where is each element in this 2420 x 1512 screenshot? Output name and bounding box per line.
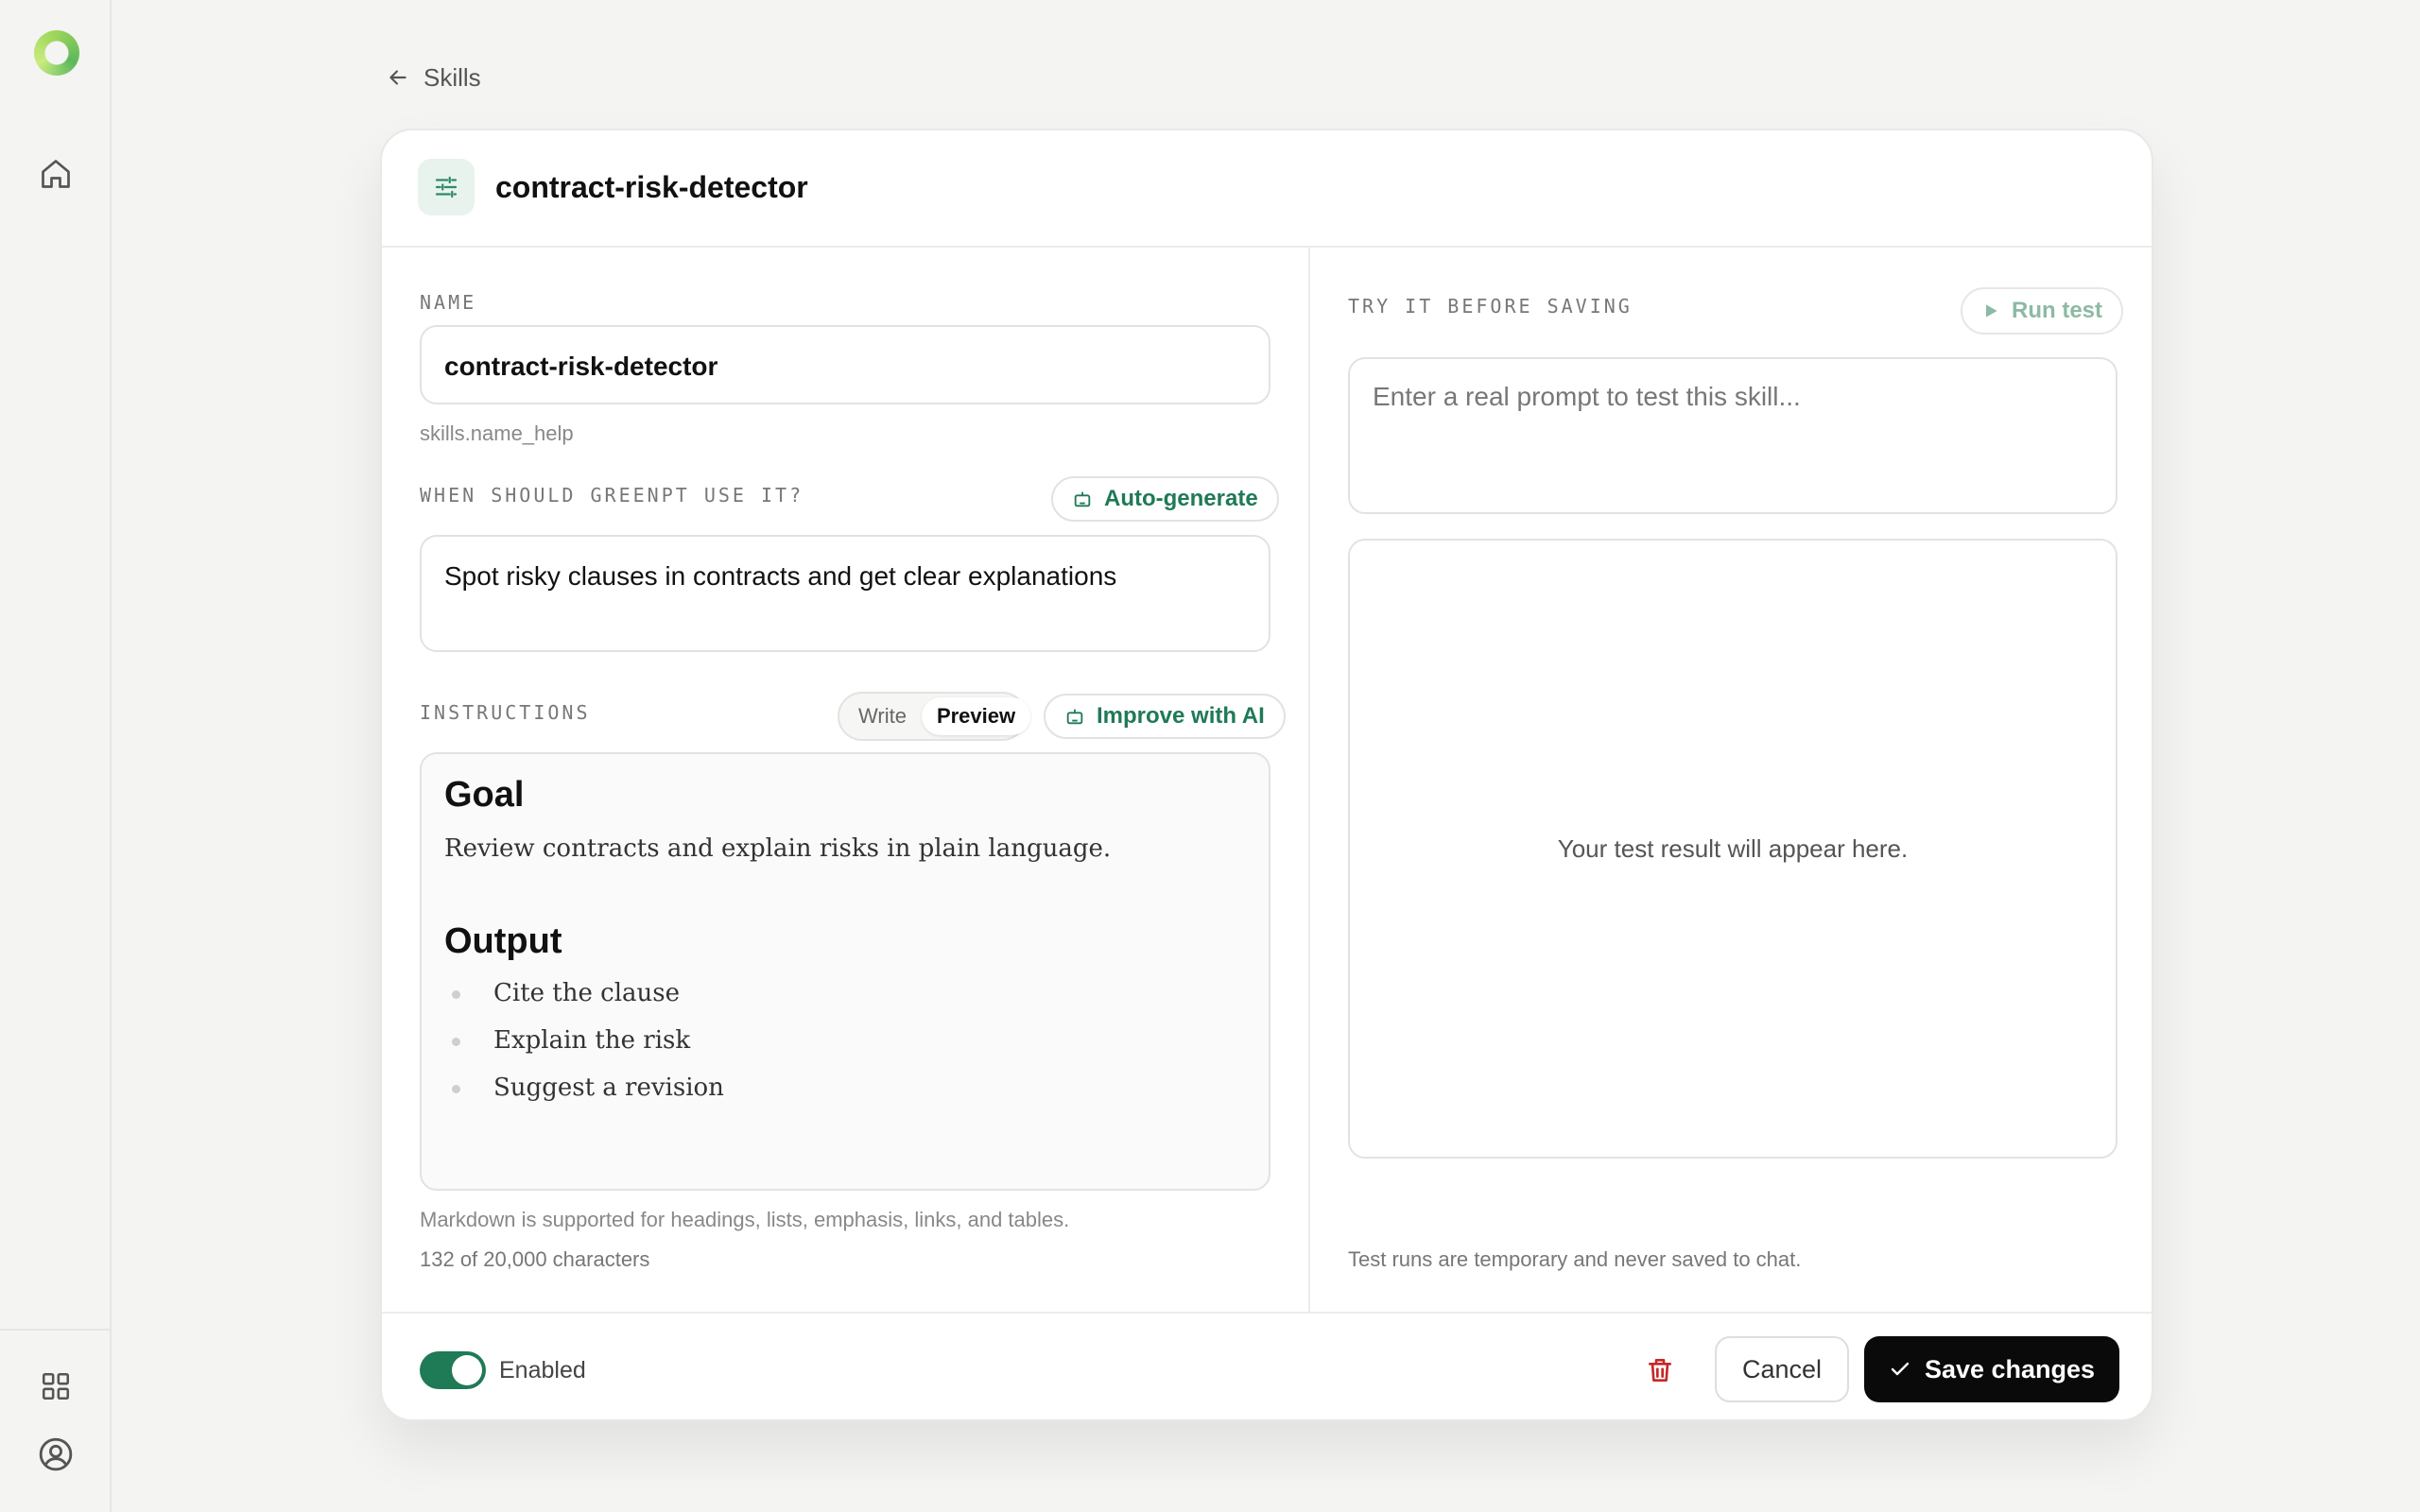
when-label: WHEN SHOULD GREENPT USE IT? — [420, 484, 804, 507]
test-result-placeholder: Your test result will appear here. — [1557, 833, 1909, 863]
name-input[interactable]: contract-risk-detector — [420, 325, 1270, 404]
improve-with-ai-button[interactable]: Improve with AI — [1044, 694, 1286, 739]
card-footer: Enabled Cancel Save changes — [382, 1312, 2152, 1419]
grid-icon[interactable] — [36, 1366, 76, 1406]
back-link-label: Skills — [424, 62, 481, 92]
play-icon — [1986, 304, 1997, 318]
list-item: Cite the clause — [444, 970, 1246, 1017]
toggle-knob — [452, 1355, 482, 1385]
name-label: NAME — [420, 291, 477, 314]
name-input-value: contract-risk-detector — [444, 352, 718, 381]
instructions-label: INSTRUCTIONS — [420, 701, 591, 724]
auto-generate-label: Auto-generate — [1104, 486, 1258, 511]
save-changes-label: Save changes — [1924, 1354, 2096, 1383]
preview-heading-output: Output — [444, 921, 562, 961]
auto-generate-button[interactable]: Auto-generate — [1051, 476, 1279, 522]
preview-goal-text: Review contracts and explain risks in pl… — [444, 834, 1112, 863]
write-preview-toggle: Write Preview — [838, 692, 1031, 741]
test-prompt-placeholder: Enter a real prompt to test this skill..… — [1373, 382, 1801, 411]
sliders-icon — [418, 159, 475, 215]
preview-heading-goal: Goal — [444, 775, 525, 815]
test-label: TRY IT BEFORE SAVING — [1348, 295, 1633, 318]
enabled-toggle[interactable] — [420, 1351, 486, 1389]
robot-icon — [1074, 491, 1091, 507]
skill-editor-card: contract-risk-detector NAME contract-ris… — [380, 129, 2153, 1421]
list-item: Explain the risk — [444, 1017, 1246, 1064]
delete-button[interactable] — [1639, 1349, 1681, 1391]
when-textarea-value: Spot risky clauses in contracts and get … — [444, 561, 1117, 591]
robot-icon — [1066, 709, 1083, 725]
test-prompt-input[interactable]: Enter a real prompt to test this skill..… — [1348, 357, 2118, 514]
enabled-label: Enabled — [499, 1357, 586, 1383]
run-test-label: Run test — [2012, 298, 2102, 323]
arrow-left-icon — [389, 70, 406, 85]
home-icon[interactable] — [36, 154, 76, 194]
test-note: Test runs are temporary and never saved … — [1348, 1247, 1802, 1271]
preview-bullet-list: Cite the clause Explain the risk Suggest… — [444, 970, 1246, 1111]
user-circle-icon[interactable] — [36, 1435, 76, 1474]
list-item: Suggest a revision — [444, 1064, 1246, 1111]
cancel-button[interactable]: Cancel — [1715, 1336, 1849, 1402]
run-test-button[interactable]: Run test — [1961, 287, 2123, 335]
instructions-preview[interactable]: Goal Review contracts and explain risks … — [420, 752, 1270, 1191]
sidebar — [0, 0, 112, 1512]
trash-icon — [1649, 1359, 1671, 1382]
logo-icon[interactable] — [34, 30, 79, 76]
name-help: skills.name_help — [420, 421, 574, 445]
tab-write[interactable]: Write — [843, 697, 922, 735]
improve-with-ai-label: Improve with AI — [1097, 703, 1265, 729]
card-header: contract-risk-detector — [382, 130, 2152, 248]
tab-preview[interactable]: Preview — [921, 697, 1031, 735]
column-divider — [1308, 248, 1310, 1312]
sidebar-divider — [0, 1329, 110, 1331]
back-link[interactable]: Skills — [386, 60, 481, 94]
test-result-panel: Your test result will appear here. — [1348, 539, 2118, 1159]
when-textarea[interactable]: Spot risky clauses in contracts and get … — [420, 535, 1270, 652]
page-title: contract-risk-detector — [495, 170, 808, 204]
save-changes-button[interactable]: Save changes — [1864, 1336, 2119, 1402]
character-count: 132 of 20,000 characters — [420, 1247, 650, 1271]
check-icon — [1891, 1362, 1910, 1376]
markdown-help: Markdown is supported for headings, list… — [420, 1208, 1070, 1231]
